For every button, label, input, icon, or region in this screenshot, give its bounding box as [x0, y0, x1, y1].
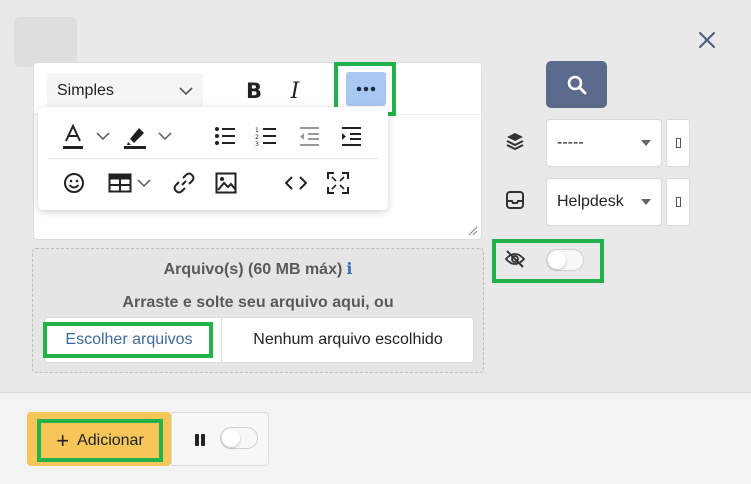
- highlight-color-dropdown[interactable]: [156, 126, 174, 146]
- choose-files-button[interactable]: Escolher arquivos: [51, 326, 207, 354]
- no-file-label: Nenhum arquivo escolhido: [253, 331, 443, 348]
- svg-text:2: 2: [255, 134, 259, 141]
- plus-icon: +: [56, 427, 70, 453]
- image-button[interactable]: [212, 169, 240, 197]
- format-select[interactable]: Simples: [47, 73, 203, 109]
- info-icon[interactable]: i: [346, 259, 352, 278]
- category-select-handle[interactable]: [666, 119, 690, 167]
- ellipsis-icon: [356, 86, 376, 92]
- table-icon: [108, 173, 132, 193]
- toggle-knob: [222, 429, 240, 447]
- chevron-down-icon: [96, 131, 110, 140]
- outdent-button[interactable]: [294, 122, 324, 150]
- resize-grip-icon: [468, 226, 478, 236]
- emoji-icon: [64, 173, 84, 193]
- svg-text:3: 3: [255, 141, 259, 146]
- fullscreen-button[interactable]: [324, 169, 352, 197]
- table-dropdown[interactable]: [136, 173, 152, 193]
- chevron-down-icon: [137, 178, 151, 187]
- fullscreen-icon: [327, 172, 349, 194]
- numbered-list-button[interactable]: 123: [251, 122, 281, 150]
- category-select-value: -----: [557, 134, 584, 151]
- outdent-icon: [300, 127, 319, 146]
- dropzone-subtitle: Arraste e solte seu arquivo aqui, ou: [122, 294, 394, 311]
- bold-button[interactable]: B: [236, 73, 272, 109]
- eye-slash-icon: [502, 246, 528, 272]
- format-select-value: Simples: [57, 82, 114, 99]
- chevron-down-icon: [179, 87, 193, 96]
- popup-divider: [48, 158, 378, 159]
- numbered-list-icon: 123: [255, 127, 276, 146]
- text-color-icon: [63, 124, 83, 149]
- resize-handle[interactable]: [466, 223, 478, 236]
- text-color-dropdown[interactable]: [94, 126, 112, 146]
- indent-button[interactable]: [336, 122, 366, 150]
- chevron-down-icon: [158, 131, 172, 140]
- highlight-color-button[interactable]: [120, 122, 150, 152]
- pause-toggle[interactable]: [220, 427, 258, 449]
- more-options-button[interactable]: [346, 72, 386, 106]
- italic-button[interactable]: I: [277, 73, 313, 109]
- indent-icon: [342, 127, 361, 146]
- bullet-list-icon: [215, 127, 235, 145]
- dropzone-title-text: Arquivo(s) (60 MB máx): [163, 261, 343, 278]
- bullet-list-button[interactable]: [210, 122, 240, 150]
- svg-text:1: 1: [255, 127, 259, 134]
- link-button[interactable]: [170, 169, 198, 197]
- code-icon: [285, 176, 307, 190]
- search-button[interactable]: [546, 61, 607, 108]
- visibility-toggle[interactable]: [546, 249, 584, 271]
- emoji-button[interactable]: [60, 169, 88, 197]
- category-select[interactable]: -----: [546, 119, 662, 167]
- toggle-knob: [548, 251, 566, 269]
- image-icon: [215, 172, 237, 194]
- close-icon: [699, 32, 715, 48]
- caret-down-icon: [641, 140, 651, 146]
- department-select-value: Helpdesk: [557, 193, 624, 210]
- placeholder-button[interactable]: [14, 17, 77, 67]
- table-button[interactable]: [104, 169, 136, 197]
- caret-down-icon: [641, 199, 651, 205]
- highlighter-icon: [124, 128, 146, 149]
- department-select-handle[interactable]: [666, 178, 690, 226]
- dropzone-title: Arquivo(s) (60 MB máx) i: [32, 259, 484, 279]
- source-code-button[interactable]: [282, 169, 310, 197]
- pause-icon: [190, 430, 210, 450]
- layers-icon: [502, 128, 528, 154]
- search-icon: [567, 75, 586, 94]
- add-button-label: Adicionar: [77, 431, 144, 449]
- close-button[interactable]: [694, 27, 720, 53]
- add-button[interactable]: + Adicionar: [41, 423, 159, 458]
- text-color-button[interactable]: [58, 122, 88, 152]
- inbox-icon: [502, 187, 528, 213]
- link-icon: [173, 172, 195, 194]
- department-select[interactable]: Helpdesk: [546, 178, 662, 226]
